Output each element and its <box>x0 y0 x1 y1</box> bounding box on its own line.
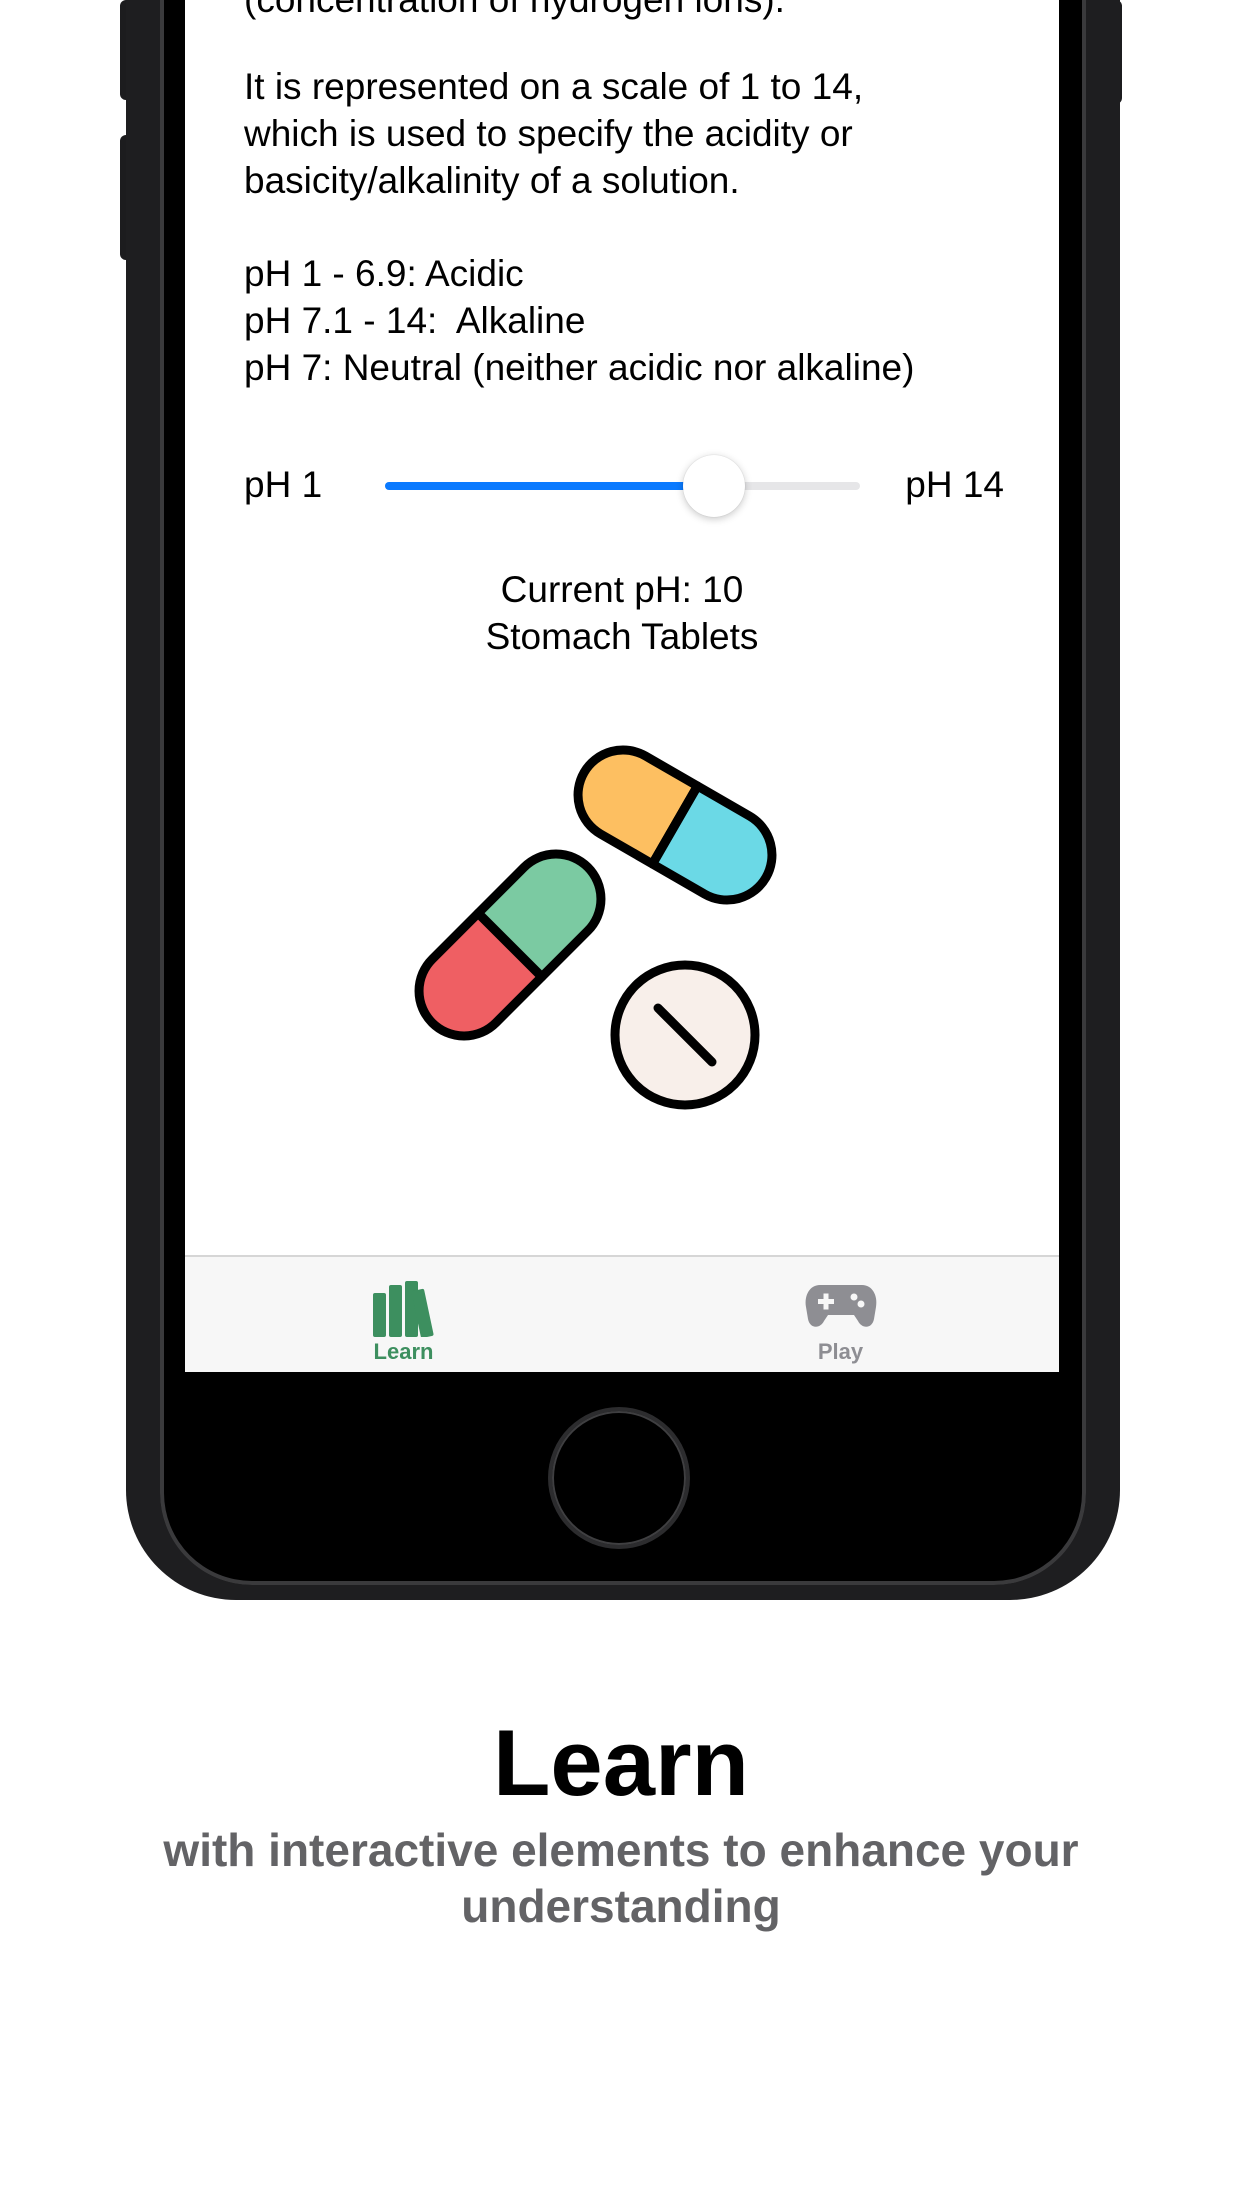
app-screen: (concentration of hydrogen ions). It is … <box>185 0 1059 1372</box>
books-icon <box>372 1281 433 1337</box>
ph-slider-thumb[interactable] <box>682 455 745 517</box>
tab-play-label: Play <box>817 1339 864 1364</box>
ph-slider-track[interactable] <box>385 455 860 517</box>
tab-learn[interactable]: Learn <box>185 1257 622 1372</box>
intro-text-partial: (concentration of hydrogen ions). <box>244 0 1004 23</box>
caption-subtitle: with interactive elements to enhance you… <box>163 1824 1079 1932</box>
slider-min-label: pH 1 <box>244 464 323 505</box>
home-button[interactable] <box>552 1411 686 1545</box>
pills-icon <box>414 745 777 1110</box>
gamepad-icon <box>805 1285 876 1327</box>
range-alkaline: pH 7.1 - 14: Alkaline <box>244 300 586 341</box>
ph-slider-fill <box>385 482 714 490</box>
scale-paragraph: It is represented on a scale of 1 to 14,… <box>244 66 864 201</box>
range-neutral: pH 7: Neutral (neither acidic nor alkali… <box>244 347 915 388</box>
ph-slider-row: pH 1 pH 14 <box>244 455 1004 517</box>
tab-learn-label: Learn <box>373 1339 434 1364</box>
range-acidic: pH 1 - 6.9: Acidic <box>244 253 524 294</box>
slider-max-label: pH 14 <box>905 464 1004 505</box>
example-name: Stomach Tablets <box>485 616 759 657</box>
current-ph-value: Current pH: 10 <box>500 569 744 610</box>
tab-play[interactable]: Play <box>622 1257 1059 1372</box>
caption-title: Learn <box>493 1710 749 1815</box>
tab-bar: Learn Play <box>185 1255 1059 1372</box>
